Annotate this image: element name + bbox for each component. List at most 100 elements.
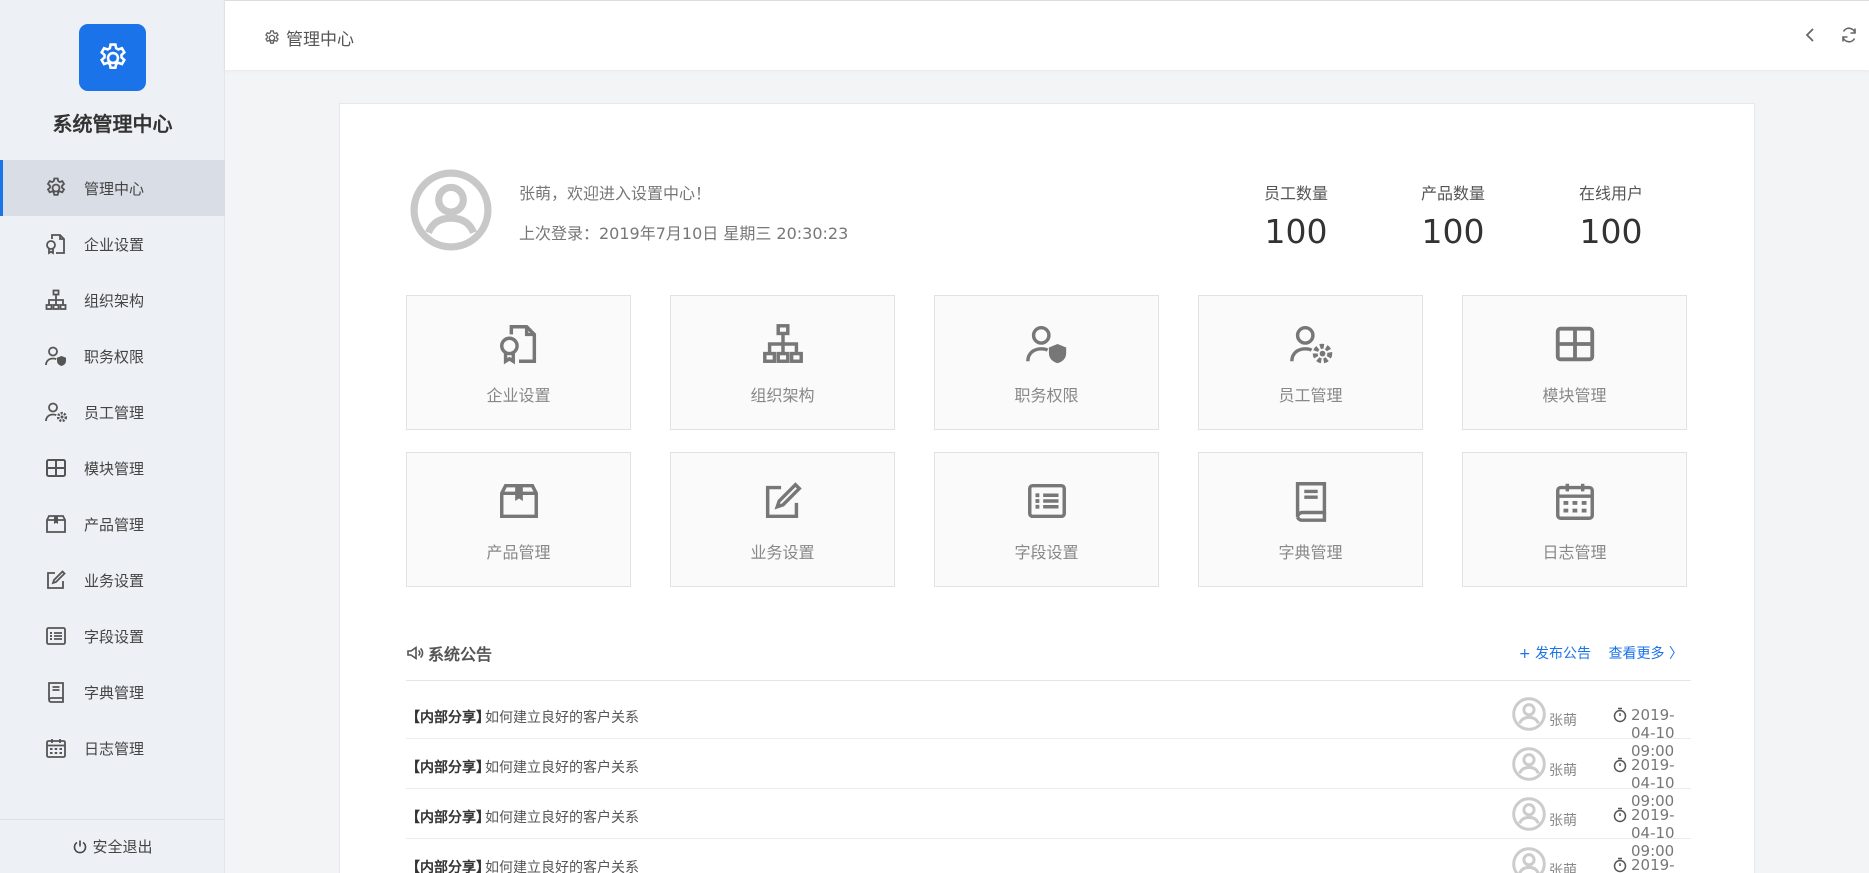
sidebar-item-enterprise-settings[interactable]: 企业设置	[0, 216, 225, 272]
notice-title-link[interactable]: 如何建立良好的客户关系	[485, 707, 639, 727]
org-chart-icon	[671, 321, 894, 367]
notice-title-link[interactable]: 如何建立良好的客户关系	[485, 857, 639, 873]
certificate-icon	[42, 232, 70, 256]
tile-label: 日志管理	[1542, 543, 1607, 562]
calendar-icon	[42, 736, 70, 760]
megaphone-icon	[407, 645, 424, 661]
stat-label: 产品数量	[1420, 184, 1485, 203]
timer-icon	[1613, 807, 1627, 823]
calendar-icon	[1463, 478, 1686, 524]
sidebar-item-field-settings[interactable]: 字段设置	[0, 608, 225, 664]
tile-org-structure[interactable]: 组织架构	[670, 295, 895, 430]
certificate-icon	[407, 321, 630, 367]
notice-row[interactable]: 【内部分享】 如何建立良好的客户关系 张萌 2019-04-10 09:00	[406, 689, 1691, 760]
sidebar-item-management-center[interactable]: 管理中心	[0, 160, 225, 216]
refresh-button[interactable]	[1839, 25, 1859, 45]
sidebar-item-label: 业务设置	[84, 571, 145, 590]
timer-icon	[1613, 707, 1627, 723]
gear-icon	[96, 41, 130, 75]
tile-dictionary-management[interactable]: 字典管理	[1198, 452, 1423, 587]
user-shield-icon	[935, 321, 1158, 367]
view-more-link[interactable]: 查看更多 〉	[1609, 643, 1683, 663]
notice-section-title: 系统公告	[406, 641, 492, 665]
tile-enterprise-settings[interactable]: 企业设置	[406, 295, 631, 430]
topbar-actions	[1801, 25, 1859, 45]
breadcrumb: 管理中心	[263, 25, 354, 50]
stat-value: 100	[1264, 212, 1328, 251]
gear-icon	[263, 29, 281, 47]
back-button[interactable]	[1801, 25, 1821, 45]
sidebar-item-dictionary-management[interactable]: 字典管理	[0, 664, 225, 720]
notice-tag: 【内部分享】	[406, 860, 490, 873]
sidebar-item-module-management[interactable]: 模块管理	[0, 440, 225, 496]
sidebar-item-log-management[interactable]: 日志管理	[0, 720, 225, 776]
sidebar: 系统管理中心 管理中心 企业设置 组织架构 职务权限 员工管理 模块管理 产品管	[0, 0, 225, 873]
last-login-text: 上次登录：2019年7月10日 星期三 20:30:23	[519, 224, 849, 243]
book-icon	[42, 680, 70, 704]
breadcrumb-current: 管理中心	[286, 30, 354, 50]
sidebar-nav: 管理中心 企业设置 组织架构 职务权限 员工管理 模块管理 产品管理 业务设置	[0, 160, 225, 776]
sidebar-item-label: 日志管理	[84, 739, 145, 758]
sidebar-item-label: 组织架构	[84, 291, 145, 310]
list-icon	[935, 478, 1158, 524]
notice-row[interactable]: 【内部分享】 如何建立良好的客户关系 张萌 2019-04-10 09:00	[406, 839, 1691, 873]
user-gear-icon	[1199, 321, 1422, 367]
topbar: 管理中心	[225, 0, 1869, 70]
notice-title-link[interactable]: 如何建立良好的客户关系	[485, 807, 639, 827]
tile-label: 组织架构	[750, 386, 815, 405]
sidebar-item-label: 管理中心	[84, 179, 145, 198]
tile-product-management[interactable]: 产品管理	[406, 452, 631, 587]
tile-label: 企业设置	[486, 386, 551, 405]
sidebar-item-label: 字典管理	[84, 683, 145, 702]
refresh-icon	[1842, 27, 1856, 43]
sidebar-item-org-structure[interactable]: 组织架构	[0, 272, 225, 328]
notice-row[interactable]: 【内部分享】 如何建立良好的客户关系 张萌 2019-04-10 09:00	[406, 739, 1691, 810]
power-icon	[74, 840, 87, 853]
tile-business-settings[interactable]: 业务设置	[670, 452, 895, 587]
grid-icon	[42, 456, 70, 480]
author-avatar-icon	[1512, 797, 1546, 831]
sidebar-item-label: 模块管理	[84, 459, 145, 478]
tile-log-management[interactable]: 日志管理	[1462, 452, 1687, 587]
notice-time: 2019-04-10 09:00	[1631, 856, 1675, 873]
tile-module-management[interactable]: 模块管理	[1462, 295, 1687, 430]
notice-header: 系统公告 + 发布公告 查看更多 〉	[406, 641, 1691, 681]
welcome-text: 张萌，欢迎进入设置中心！	[519, 184, 712, 203]
tile-label: 字段设置	[1014, 543, 1079, 562]
stat-value: 100	[1421, 212, 1485, 251]
sidebar-item-label: 字段设置	[84, 627, 145, 646]
box-icon	[42, 512, 70, 536]
user-avatar-icon	[410, 169, 492, 251]
sidebar-item-label: 企业设置	[84, 235, 145, 254]
notice-title-link[interactable]: 如何建立良好的客户关系	[485, 757, 639, 777]
user-shield-icon	[42, 344, 70, 368]
notice-author: 张萌	[1549, 713, 1577, 729]
tile-label: 员工管理	[1278, 386, 1343, 405]
notice-row[interactable]: 【内部分享】 如何建立良好的客户关系 张萌 2019-04-10 09:00	[406, 789, 1691, 860]
logout-button[interactable]: 安全退出	[0, 819, 225, 873]
sidebar-item-product-management[interactable]: 产品管理	[0, 496, 225, 552]
sidebar-item-job-permissions[interactable]: 职务权限	[0, 328, 225, 384]
notice-tag: 【内部分享】	[406, 710, 490, 726]
tile-employee-management[interactable]: 员工管理	[1198, 295, 1423, 430]
publish-notice-button[interactable]: + 发布公告	[1519, 643, 1591, 663]
sidebar-item-business-settings[interactable]: 业务设置	[0, 552, 225, 608]
notice-tag: 【内部分享】	[406, 760, 490, 776]
tile-field-settings[interactable]: 字段设置	[934, 452, 1159, 587]
sidebar-item-label: 员工管理	[84, 403, 145, 422]
notice-author: 张萌	[1549, 763, 1577, 779]
tile-label: 产品管理	[486, 543, 551, 562]
author-avatar-icon	[1512, 747, 1546, 781]
user-gear-icon	[42, 400, 70, 424]
tile-job-permissions[interactable]: 职务权限	[934, 295, 1159, 430]
edit-icon	[671, 478, 894, 524]
notice-tag: 【内部分享】	[406, 810, 490, 826]
sidebar-item-employee-management[interactable]: 员工管理	[0, 384, 225, 440]
edit-icon	[42, 568, 70, 592]
stat-label: 员工数量	[1263, 184, 1328, 203]
timer-icon	[1613, 757, 1627, 773]
stat-employee-count: 员工数量 100	[1226, 180, 1366, 251]
tile-label: 业务设置	[750, 543, 815, 562]
notice-author: 张萌	[1549, 813, 1577, 829]
chevron-left-icon	[1805, 28, 1814, 42]
